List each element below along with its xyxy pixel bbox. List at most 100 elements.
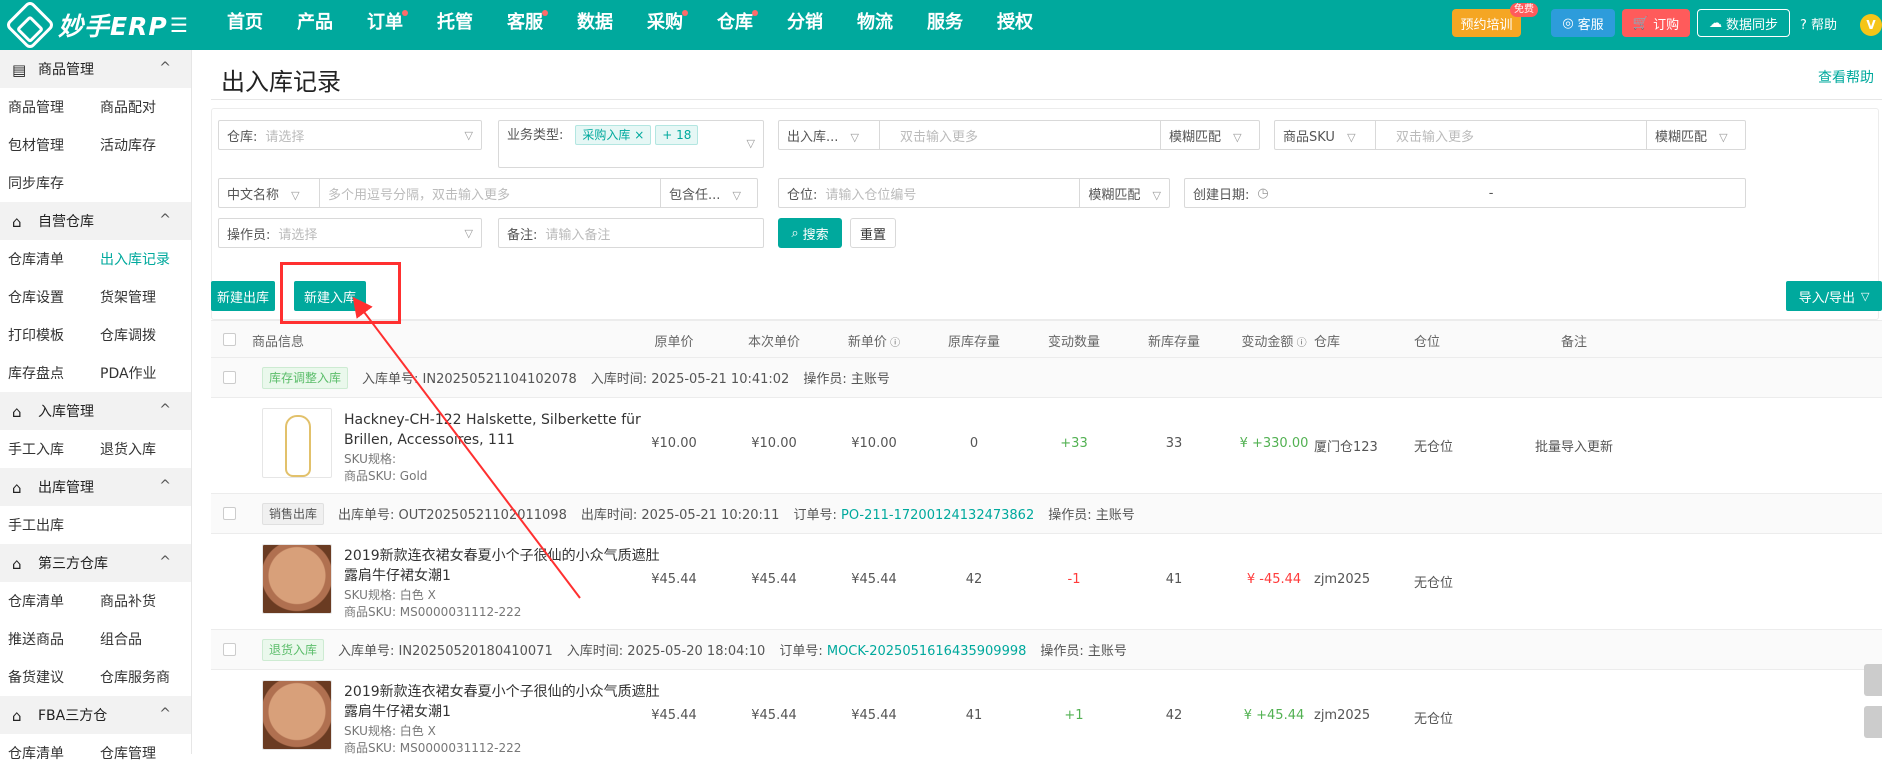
chevron-up-icon: ^ xyxy=(159,478,171,494)
reset-button[interactable]: 重置 xyxy=(850,218,896,248)
sidebar-group[interactable]: ⌂ 出库管理 ^ xyxy=(0,468,191,506)
close-icon[interactable]: × xyxy=(634,128,644,142)
business-type-select[interactable]: 业务类型: 采购入库 × + 18 ▽ xyxy=(498,120,764,168)
product-thumbnail[interactable] xyxy=(262,680,332,750)
contain-mode-select[interactable]: 包含任... ▽ xyxy=(661,184,749,203)
nav-item[interactable]: 服务 xyxy=(910,0,980,50)
product-thumbnail[interactable] xyxy=(262,544,332,614)
nav-item[interactable]: 产品 xyxy=(280,0,350,50)
vip-avatar[interactable]: V xyxy=(1860,14,1882,36)
sidebar-item[interactable]: 仓库清单 xyxy=(0,249,92,269)
sku-type-select[interactable]: 商品SKU ▽ xyxy=(1275,126,1375,145)
cn-name-field[interactable]: 中文名称 ▽ 多个用逗号分隔，双击输入更多 包含任... ▽ xyxy=(218,178,758,208)
help-link[interactable]: ? 帮助 xyxy=(1800,14,1837,33)
search-button[interactable]: ⌕ 搜索 xyxy=(778,218,842,248)
sidebar-item[interactable]: 退货入库 xyxy=(92,439,184,459)
sidebar-item[interactable]: 仓库调拨 xyxy=(92,325,184,345)
nav-item[interactable]: 数据 xyxy=(560,0,630,50)
remark-field[interactable]: 备注: 请输入备注 xyxy=(498,218,764,248)
sidebar-item[interactable]: PDA作业 xyxy=(92,363,184,383)
nav-item[interactable]: 采购 xyxy=(630,0,700,50)
product-thumbnail[interactable] xyxy=(262,408,332,478)
nav-item[interactable]: 订单 xyxy=(350,0,420,50)
cn-name-input[interactable]: 多个用逗号分隔，双击输入更多 xyxy=(320,184,660,203)
sidebar-item[interactable]: 库存盘点 xyxy=(0,363,92,383)
nav-item[interactable]: 客服 xyxy=(490,0,560,50)
sidebar-row: 手工出库 xyxy=(0,506,191,544)
sidebar-item[interactable]: 同步库存 xyxy=(0,173,92,193)
cart-icon: 🛒 xyxy=(1632,15,1650,31)
sidebar-item[interactable]: 手工入库 xyxy=(0,439,92,459)
nav-item[interactable]: 分销 xyxy=(770,0,840,50)
sidebar-item[interactable]: 备货建议 xyxy=(0,667,92,687)
product-name[interactable]: 2019新款连衣裙女春夏小个子很仙的小众气质遮肚露肩牛仔裙女潮1 xyxy=(344,546,664,586)
warehouse-select[interactable]: 仓库: 请选择 ▽ xyxy=(218,120,482,150)
sidebar-item[interactable]: 仓库清单 xyxy=(0,743,92,763)
sidebar-item[interactable]: 商品补货 xyxy=(92,591,184,611)
sidebar-item[interactable]: 仓库管理 xyxy=(92,743,184,763)
sidebar-group[interactable]: ⌂ FBA三方仓 ^ xyxy=(0,696,191,734)
location-input[interactable]: 请输入仓位编号 xyxy=(825,184,1079,203)
hamburger-menu-icon[interactable]: ☰ xyxy=(170,13,188,37)
more-tags-badge[interactable]: + 18 xyxy=(655,125,699,145)
info-icon[interactable]: ⓘ xyxy=(887,338,900,349)
nav-item[interactable]: 托管 xyxy=(420,0,490,50)
match-mode-select[interactable]: 模糊匹配 ▽ xyxy=(1080,184,1169,203)
created-date-range[interactable]: 创建日期: ◷ - xyxy=(1184,178,1746,208)
sidebar-item[interactable]: 货架管理 xyxy=(92,287,184,307)
record-checkbox[interactable] xyxy=(223,371,236,384)
product-name[interactable]: 2019新款连衣裙女春夏小个子很仙的小众气质遮肚露肩牛仔裙女潮1 xyxy=(344,682,664,722)
product-name[interactable]: Hackney-CH-122 Halskette, Silberkette fü… xyxy=(344,410,664,450)
match-mode-select[interactable]: 模糊匹配 ▽ xyxy=(1161,126,1250,145)
inout-type-select[interactable]: 出入库... ▽ xyxy=(779,126,879,145)
remark-input[interactable]: 请输入备注 xyxy=(545,224,610,243)
sidebar-item[interactable]: 仓库设置 xyxy=(0,287,92,307)
sidebar-item[interactable]: 推送商品 xyxy=(0,629,92,649)
cn-name-type-select[interactable]: 中文名称 ▽ xyxy=(219,184,319,203)
inout-no-input[interactable]: 双击输入更多 xyxy=(880,126,1160,145)
sidebar-item[interactable]: 手工出库 xyxy=(0,515,92,535)
nav-item-label: 仓库 xyxy=(717,12,753,33)
customer-service-button[interactable]: ◎ 客服 xyxy=(1551,9,1615,37)
order-no-link[interactable]: MOCK-2025051616435909998 xyxy=(827,644,1027,659)
side-scroll-handle[interactable] xyxy=(1864,664,1882,696)
sidebar-item[interactable]: 包材管理 xyxy=(0,135,92,155)
sidebar-item[interactable]: 组合品 xyxy=(92,629,184,649)
record-checkbox[interactable] xyxy=(223,507,236,520)
info-icon[interactable]: ⓘ xyxy=(1293,338,1307,349)
business-type-tag[interactable]: 采购入库 × xyxy=(575,125,652,145)
sidebar-item[interactable]: 商品配对 xyxy=(92,97,184,117)
subscribe-button[interactable]: 🛒 订购 xyxy=(1622,9,1690,37)
sidebar-item[interactable]: 仓库服务商 xyxy=(92,667,184,687)
brand-logo[interactable]: 妙手ERP xyxy=(4,0,168,51)
chevron-up-icon: ^ xyxy=(159,554,171,570)
match-mode-select[interactable]: 模糊匹配 ▽ xyxy=(1647,126,1736,145)
sidebar-group[interactable]: ⌂ 自营仓库 ^ xyxy=(0,202,191,240)
nav-item[interactable]: 物流 xyxy=(840,0,910,50)
new-outbound-button[interactable]: 新建出库 xyxy=(211,281,275,311)
select-all-checkbox[interactable] xyxy=(223,333,236,346)
sidebar-group[interactable]: ⌂ 入库管理 ^ xyxy=(0,392,191,430)
sidebar-item[interactable]: 商品管理 xyxy=(0,97,92,117)
view-help-link[interactable]: 查看帮助 xyxy=(1818,67,1874,87)
nav-item[interactable]: 授权 xyxy=(980,0,1050,50)
side-scroll-handle[interactable] xyxy=(1864,706,1882,738)
inout-no-field[interactable]: 出入库... ▽ 双击输入更多 模糊匹配 ▽ xyxy=(778,120,1260,150)
operator-select[interactable]: 操作员: 请选择 ▽ xyxy=(218,218,482,248)
nav-item[interactable]: 首页 xyxy=(210,0,280,50)
data-sync-button[interactable]: ☁ 数据同步 xyxy=(1697,9,1790,37)
record-checkbox[interactable] xyxy=(223,643,236,656)
column-header-label: 新单价 xyxy=(847,335,887,350)
sidebar-group[interactable]: ⌂ 第三方仓库 ^ xyxy=(0,544,191,582)
sidebar-item[interactable]: 仓库清单 xyxy=(0,591,92,611)
sidebar-group[interactable]: ▤ 商品管理 ^ xyxy=(0,50,191,88)
location-field[interactable]: 仓位: 请输入仓位编号 模糊匹配 ▽ xyxy=(778,178,1170,208)
sku-input[interactable]: 双击输入更多 xyxy=(1376,126,1646,145)
sku-field[interactable]: 商品SKU ▽ 双击输入更多 模糊匹配 ▽ xyxy=(1274,120,1746,150)
sidebar-item[interactable]: 出入库记录 xyxy=(92,249,184,269)
sidebar-item[interactable]: 活动库存 xyxy=(92,135,184,155)
order-no-link[interactable]: PO-211-17200124132473862 xyxy=(841,508,1034,523)
sidebar-item[interactable]: 打印模板 xyxy=(0,325,92,345)
nav-item[interactable]: 仓库 xyxy=(700,0,770,50)
import-export-button[interactable]: 导入/导出 ▽ xyxy=(1786,281,1882,311)
